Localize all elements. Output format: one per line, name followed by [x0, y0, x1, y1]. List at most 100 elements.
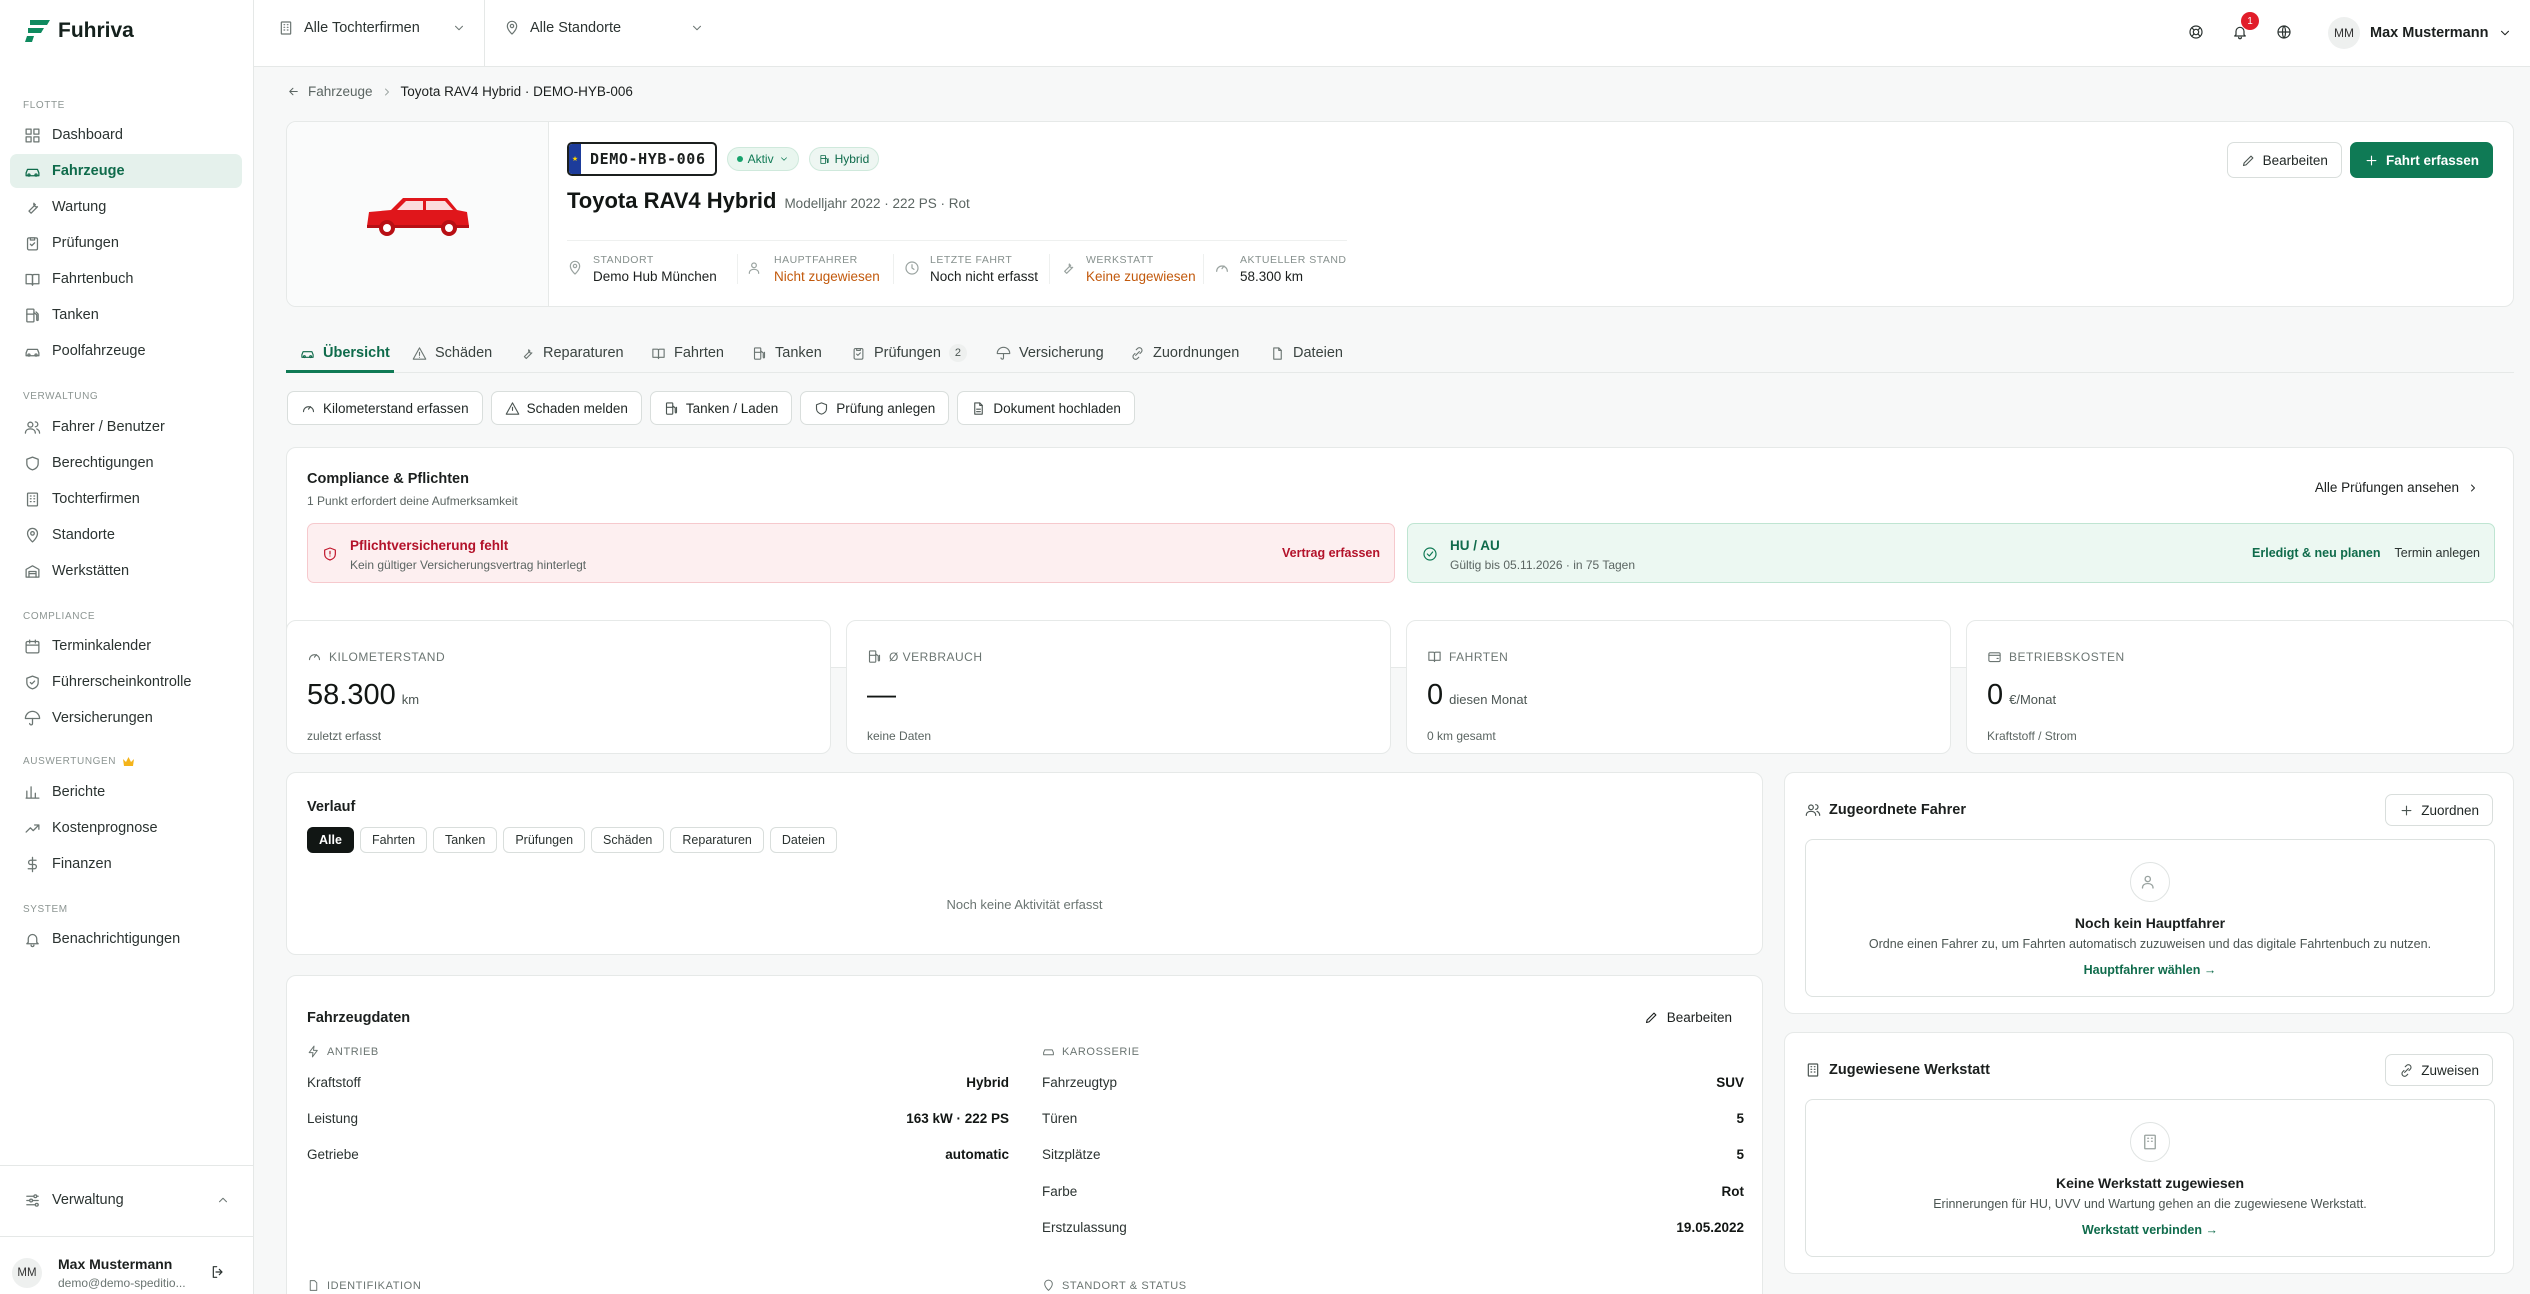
vehicle-data-card: Fahrzeugdaten Bearbeiten ANTRIEB Kraftst… [286, 975, 1763, 1294]
row-value: 19.05.2022 [1676, 1220, 1744, 1235]
status-badge[interactable]: Aktiv [726, 147, 799, 171]
clipboard-check-icon [26, 236, 39, 251]
tab-versicherung[interactable]: Versicherung [996, 338, 1104, 368]
tab-tanken[interactable]: Tanken [752, 338, 822, 368]
quick-action-mileage[interactable]: Kilometerstand erfassen [287, 391, 483, 425]
chevron-up-icon [218, 1197, 228, 1203]
sidebar-item-werkstaetten[interactable]: Werkstätten [10, 554, 242, 588]
sidebar-section-auswertungen: AUSWERTUNGEN [23, 756, 135, 767]
edit-vehicle-button[interactable]: Bearbeiten [2226, 142, 2342, 178]
all-inspections-link[interactable]: Alle Prüfungen ansehen [2315, 480, 2479, 495]
users-icon [24, 420, 41, 434]
stat-unit: €/Monat [2009, 692, 2057, 707]
sidebar-item-standorte[interactable]: Standorte [10, 518, 242, 552]
sidebar-item-label: Terminkalender [52, 638, 152, 654]
notifications-button[interactable]: 1 [2232, 12, 2259, 40]
quick-action-upload[interactable]: Dokument hochladen [957, 391, 1135, 425]
sidebar-item-label: Fahrer / Benutzer [52, 419, 165, 435]
tab-schaeden[interactable]: Schäden [412, 338, 492, 368]
sidebar-item-fuehrerscheinkontrolle[interactable]: Führerscheinkontrolle [10, 665, 242, 699]
sidebar-item-tochterfirmen[interactable]: Tochterfirmen [10, 482, 242, 516]
filter-chip-pruefungen[interactable]: Prüfungen [503, 827, 586, 853]
drivers-title: Zugeordnete Fahrer [1829, 802, 1966, 818]
quick-action-label: Dokument hochladen [993, 400, 1121, 416]
vehicle-data-edit-button[interactable]: Bearbeiten [1644, 1002, 1732, 1032]
sidebar-item-benachrichtigungen[interactable]: Benachrichtigungen [10, 922, 242, 956]
filter-chip-reparaturen[interactable]: Reparaturen [670, 827, 764, 853]
user-name: Max Mustermann [2370, 25, 2489, 41]
sidebar-item-fahrer[interactable]: Fahrer / Benutzer [10, 410, 242, 444]
quick-action-fuel[interactable]: Tanken / Laden [649, 391, 793, 425]
filter-chip-dateien[interactable]: Dateien [769, 827, 837, 853]
add-trip-button[interactable]: Fahrt erfassen [2349, 142, 2493, 178]
sidebar-item-dashboard[interactable]: Dashboard [10, 118, 242, 152]
arrow-left-icon[interactable] [287, 85, 300, 98]
sidebar-item-fahrzeuge[interactable]: Fahrzeuge [10, 154, 242, 188]
sidebar-item-tanken[interactable]: Tanken [10, 298, 242, 332]
pencil-icon [2242, 155, 2254, 166]
book-icon [1428, 651, 1441, 663]
filter-chip-alle[interactable]: Alle [307, 827, 354, 853]
sidebar-item-versicherungen[interactable]: Versicherungen [10, 701, 242, 735]
sidebar-item-finanzen[interactable]: Finanzen [10, 847, 242, 881]
globe-icon[interactable] [2276, 24, 2292, 40]
empty-icon-circle [2130, 1122, 2170, 1162]
stat-sub: zuletzt erfasst [307, 729, 382, 743]
hu-au-status: HU / AU Gültig bis 05.11.2026 · in 75 Ta… [1407, 523, 2495, 583]
sidebar-item-fahrtenbuch[interactable]: Fahrtenbuch [10, 262, 242, 296]
gauge-icon [302, 405, 315, 412]
stat-value: 0 €/Monat [1987, 679, 2056, 712]
assign-workshop-button[interactable]: Zuweisen [2385, 1054, 2493, 1086]
sidebar-item-terminkalender[interactable]: Terminkalender [10, 629, 242, 663]
sidebar-item-label: Berechtigungen [52, 455, 154, 471]
quick-action-damage[interactable]: Schaden melden [490, 391, 642, 425]
breadcrumb-parent[interactable]: Fahrzeuge [308, 84, 373, 99]
tab-zuordnungen[interactable]: Zuordnungen [1130, 338, 1239, 368]
stat-number: — [867, 679, 896, 711]
choose-main-driver-link[interactable]: Hauptfahrer wählen → [1806, 963, 2494, 977]
app-logo[interactable]: Fuhriva [24, 18, 134, 44]
calendar-icon [25, 638, 40, 654]
create-appointment-link[interactable]: Termin anlegen [2395, 546, 2480, 560]
row-value: SUV [1716, 1075, 1744, 1090]
sidebar-item-label: Poolfahrzeuge [52, 343, 146, 359]
location-select[interactable]: Alle Standorte [504, 20, 704, 36]
row-value: 5 [1736, 1111, 1744, 1126]
user-menu[interactable]: MM Max Mustermann [2328, 17, 2512, 49]
logout-icon[interactable] [210, 1264, 226, 1280]
tab-dateien[interactable]: Dateien [1270, 338, 1343, 368]
row-value: 5 [1736, 1147, 1744, 1162]
sidebar-item-berichte[interactable]: Berichte [10, 775, 242, 809]
avatar: MM [2328, 17, 2360, 49]
quick-action-inspection[interactable]: Prüfung anlegen [800, 391, 950, 425]
sidebar-item-kostenprognose[interactable]: Kostenprognose [10, 811, 242, 845]
stat-sub: Kraftstoff / Strom [1987, 729, 2077, 743]
sidebar-item-berechtigungen[interactable]: Berechtigungen [10, 446, 242, 480]
complete-reschedule-link[interactable]: Erledigt & neu planen [2252, 546, 2381, 560]
tab-pruefungen[interactable]: Prüfungen 2 [851, 338, 967, 368]
assign-driver-button[interactable]: Zuordnen [2385, 794, 2493, 826]
support-icon[interactable] [2188, 24, 2204, 40]
vehicle-car-illustration [367, 198, 469, 236]
sidebar-settings-toggle[interactable]: Verwaltung [10, 1183, 244, 1217]
map-pin-icon [569, 260, 581, 275]
meta-standort: STANDORT Demo Hub München [567, 254, 737, 284]
stat-label-text: FAHRTEN [1449, 649, 1509, 664]
meta-value[interactable]: Nicht zugewiesen [774, 269, 880, 284]
filter-chip-fahrten[interactable]: Fahrten [359, 827, 428, 853]
sidebar-item-wartung[interactable]: Wartung [10, 190, 242, 224]
connect-workshop-link[interactable]: Werkstatt verbinden → [1806, 1223, 2494, 1237]
meta-value[interactable]: Keine zugewiesen [1086, 269, 1196, 284]
company-select[interactable]: Alle Tochterfirmen [278, 20, 466, 36]
tab-fahrten[interactable]: Fahrten [651, 338, 724, 368]
sidebar-item-pruefungen[interactable]: Prüfungen [10, 226, 242, 260]
stat-value: 58.300 km [307, 679, 419, 712]
location-select-value: Alle Standorte [530, 20, 622, 36]
filter-chip-tanken[interactable]: Tanken [433, 827, 498, 853]
tab-reparaturen[interactable]: Reparaturen [520, 338, 624, 368]
row-label: Getriebe [307, 1147, 359, 1162]
add-contract-link[interactable]: Vertrag erfassen [1282, 546, 1380, 560]
sidebar-item-poolfahrzeuge[interactable]: Poolfahrzeuge [10, 334, 242, 368]
filter-chip-schaeden[interactable]: Schäden [591, 827, 665, 853]
tab-uebersicht[interactable]: Übersicht [300, 338, 390, 368]
